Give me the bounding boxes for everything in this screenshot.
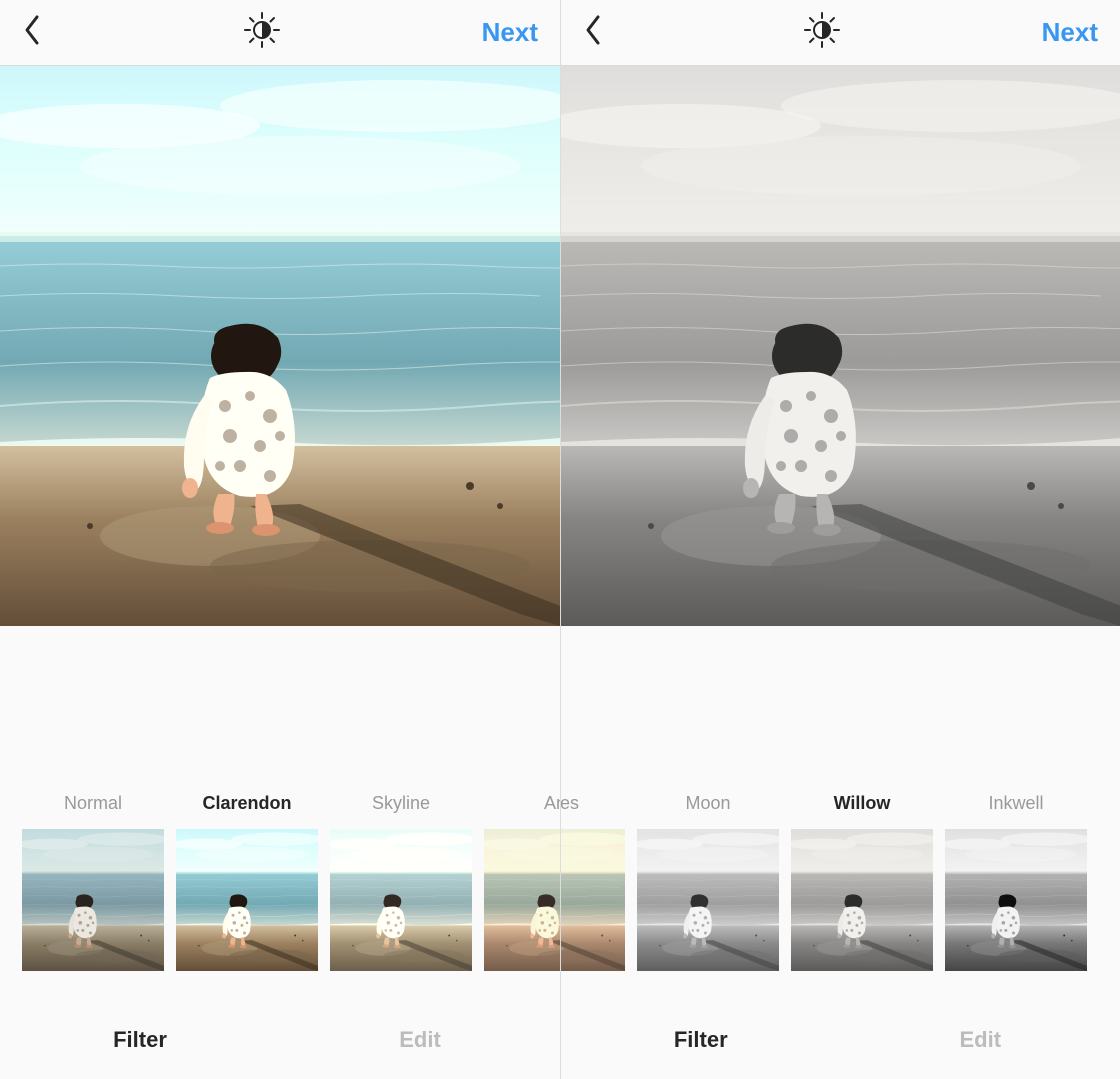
filter-area: Normal xyxy=(0,626,560,1079)
filter-thumb xyxy=(791,829,933,971)
filter-label: Moon xyxy=(685,793,730,817)
filter-strip[interactable]: armes xyxy=(561,793,1120,1001)
header: Next xyxy=(0,0,560,66)
next-button[interactable]: Next xyxy=(482,17,538,48)
bottom-tabs: Filter Edit xyxy=(561,1001,1120,1079)
filter-area: armes xyxy=(561,626,1120,1079)
back-button[interactable] xyxy=(583,14,603,51)
header: Next xyxy=(561,0,1120,66)
filter-moon[interactable]: Moon xyxy=(637,793,779,971)
filter-label: Clarendon xyxy=(202,793,291,817)
lux-icon[interactable] xyxy=(803,11,841,54)
filter-label: An xyxy=(544,793,560,817)
photo-preview[interactable] xyxy=(561,66,1120,626)
tab-edit[interactable]: Edit xyxy=(841,1027,1120,1053)
filter-thumb xyxy=(637,829,779,971)
filter-clarendon[interactable]: Clarendon xyxy=(176,793,318,971)
filter-armes[interactable]: armes xyxy=(561,793,625,971)
filter-inkwell[interactable]: Inkwell xyxy=(945,793,1087,971)
photo-preview[interactable] xyxy=(0,66,560,626)
lux-icon[interactable] xyxy=(243,11,281,54)
filter-amaro[interactable]: An xyxy=(484,793,560,971)
next-button[interactable]: Next xyxy=(1042,17,1098,48)
filter-thumb xyxy=(22,829,164,971)
screen-right: Next xyxy=(560,0,1120,1079)
filter-thumb xyxy=(330,829,472,971)
filter-label: Skyline xyxy=(372,793,430,817)
filter-label: armes xyxy=(561,793,579,817)
tab-filter[interactable]: Filter xyxy=(0,1027,280,1053)
filter-normal[interactable]: Normal xyxy=(22,793,164,971)
filter-thumb xyxy=(945,829,1087,971)
screen-left: Next xyxy=(0,0,560,1079)
filter-skyline[interactable]: Skyline xyxy=(330,793,472,971)
filter-strip[interactable]: Normal xyxy=(0,793,560,1001)
filter-thumb xyxy=(484,829,560,971)
filter-thumb xyxy=(176,829,318,971)
tab-filter[interactable]: Filter xyxy=(561,1027,841,1053)
filter-willow[interactable]: Willow xyxy=(791,793,933,971)
back-button[interactable] xyxy=(22,14,42,51)
filter-thumb xyxy=(561,829,625,971)
filter-label: Inkwell xyxy=(988,793,1043,817)
tab-edit[interactable]: Edit xyxy=(280,1027,560,1053)
filter-label: Willow xyxy=(834,793,891,817)
filter-label: Normal xyxy=(64,793,122,817)
bottom-tabs: Filter Edit xyxy=(0,1001,560,1079)
